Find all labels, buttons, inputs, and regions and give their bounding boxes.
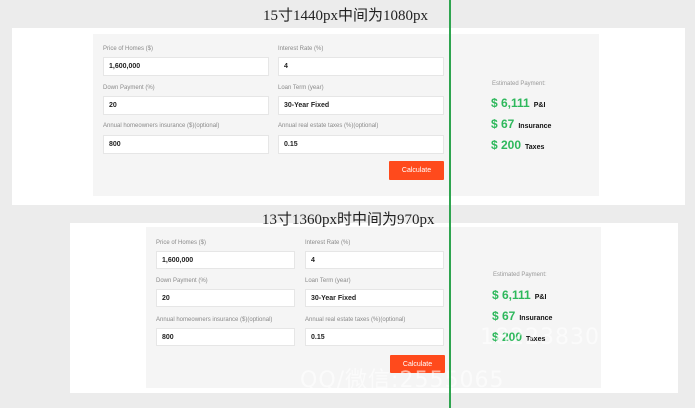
tax-input[interactable]: 0.15 bbox=[278, 135, 444, 154]
price-input[interactable]: 1,600,000 bbox=[103, 57, 269, 76]
calculate-button[interactable]: Calculate bbox=[389, 161, 444, 180]
top-caption: 15寸1440px中间为1080px bbox=[263, 8, 429, 24]
estimated-payment-label: Estimated Payment: bbox=[492, 81, 546, 87]
bottom-caption: 13寸1360px时中间为970px bbox=[262, 212, 435, 228]
pi-amount: $ 6,111 bbox=[491, 96, 530, 110]
pi-label: P&I bbox=[534, 294, 547, 301]
tax-label: Annual real estate taxes (%)(optional) bbox=[278, 123, 379, 129]
insurance-input[interactable]: 800 bbox=[103, 135, 269, 154]
estimated-payment-label: Estimated Payment: bbox=[493, 272, 547, 278]
insurance-label: Annual homeowners insurance ($)(optional… bbox=[156, 317, 273, 323]
insurance-result: $ 67 Insurance bbox=[491, 117, 551, 131]
center-guide-line bbox=[449, 0, 451, 408]
pi-result: $ 6,111 P&I bbox=[492, 288, 546, 302]
loan-term-label: Loan Term (year) bbox=[278, 85, 324, 91]
down-payment-input[interactable]: 20 bbox=[103, 96, 269, 115]
watermark-line-1: 18223830 bbox=[480, 325, 600, 350]
top-results-panel bbox=[451, 34, 599, 196]
loan-term-label: Loan Term (year) bbox=[305, 278, 351, 284]
insurance-amount: $ 67 bbox=[492, 309, 516, 323]
down-payment-label: Down Payment (%) bbox=[103, 85, 155, 91]
tax-label: Annual real estate taxes (%)(optional) bbox=[305, 317, 406, 323]
watermark-line-2: QQ/微信:2555065 bbox=[300, 368, 505, 393]
insurance-label: Annual homeowners insurance ($)(optional… bbox=[103, 123, 220, 129]
insurance-input[interactable]: 800 bbox=[156, 328, 295, 346]
taxes-result-label: Taxes bbox=[525, 144, 545, 151]
pi-amount: $ 6,111 bbox=[492, 288, 531, 302]
taxes-amount: $ 200 bbox=[491, 138, 522, 152]
down-payment-label: Down Payment (%) bbox=[156, 278, 208, 284]
price-input[interactable]: 1,600,000 bbox=[156, 251, 295, 269]
taxes-result: $ 200 Taxes bbox=[491, 138, 544, 152]
interest-rate-input[interactable]: 4 bbox=[305, 251, 444, 269]
interest-rate-input[interactable]: 4 bbox=[278, 57, 444, 76]
tax-input[interactable]: 0.15 bbox=[305, 328, 444, 346]
price-label: Price of Homes ($) bbox=[103, 46, 154, 52]
pi-result: $ 6,111 P&I bbox=[491, 96, 545, 110]
interest-rate-label: Interest Rate (%) bbox=[305, 240, 351, 246]
interest-rate-label: Interest Rate (%) bbox=[278, 46, 324, 52]
pi-label: P&I bbox=[533, 102, 546, 109]
insurance-result: $ 67 Insurance bbox=[492, 309, 552, 323]
down-payment-input[interactable]: 20 bbox=[156, 289, 295, 307]
loan-term-select[interactable]: 30-Year Fixed bbox=[305, 289, 444, 307]
insurance-result-label: Insurance bbox=[519, 315, 553, 322]
insurance-result-label: Insurance bbox=[518, 123, 552, 130]
insurance-amount: $ 67 bbox=[491, 117, 515, 131]
loan-term-select[interactable]: 30-Year Fixed bbox=[278, 96, 444, 115]
price-label: Price of Homes ($) bbox=[156, 240, 207, 246]
